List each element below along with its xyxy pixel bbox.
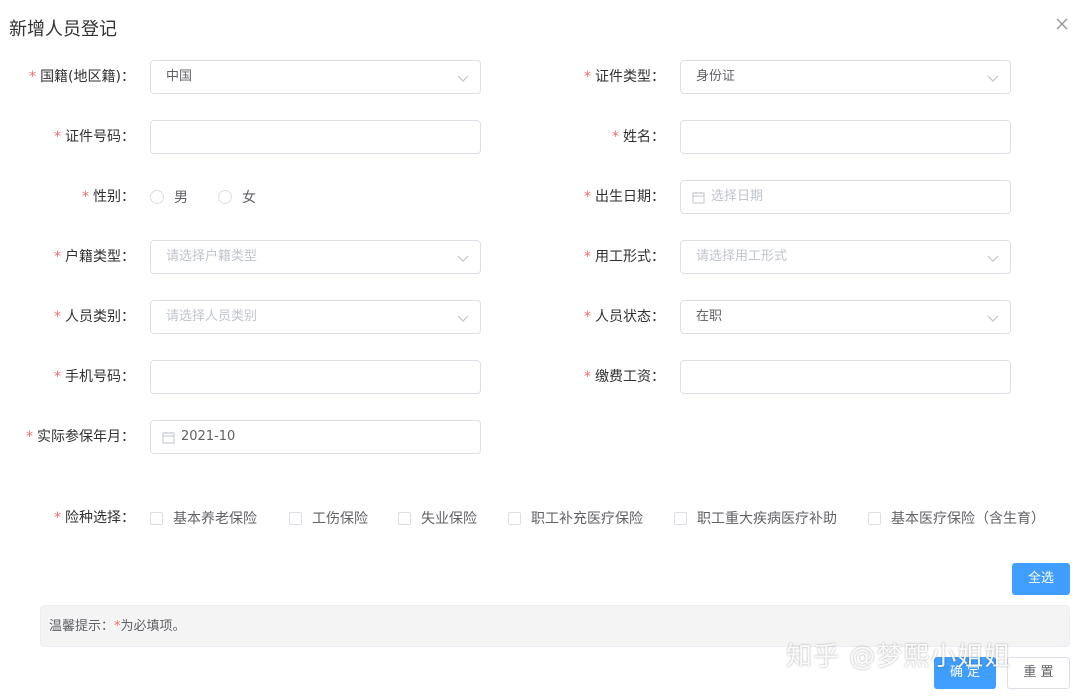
person-status-select[interactable]: 在职 — [680, 300, 1011, 334]
id-type-select[interactable]: 身份证 — [680, 60, 1011, 94]
select-all-button[interactable]: 全选 — [1012, 563, 1070, 595]
insurance-checkbox-injury[interactable]: 工伤保险 — [289, 508, 368, 528]
birth-date-label: * 出生日期： — [584, 189, 665, 205]
chevron-down-icon — [456, 251, 470, 265]
name-label: * 姓名： — [612, 129, 665, 145]
household-type-placeholder: 请选择户籍类型 — [166, 249, 258, 264]
employment-form-placeholder: 请选择用工形式 — [696, 249, 788, 264]
household-type-label: * 户籍类型： — [54, 249, 135, 265]
dialog-title: 新增人员登记 — [9, 19, 117, 40]
birth-date-placeholder: 选择日期 — [711, 189, 764, 204]
phone-input[interactable] — [150, 360, 481, 394]
payment-wage-label: * 缴费工资： — [584, 369, 665, 385]
gender-radio-female[interactable]: 女 — [218, 187, 256, 207]
insurance-checkbox-pension[interactable]: 基本养老保险 — [150, 508, 257, 528]
person-category-select[interactable]: 请选择人员类别 — [150, 300, 481, 334]
insurance-label: * 险种选择： — [54, 510, 135, 526]
insured-month-value: 2021-10 — [181, 429, 236, 444]
calendar-icon — [162, 431, 175, 444]
checkbox-box — [398, 511, 411, 525]
chevron-down-icon — [986, 71, 1000, 85]
payment-wage-input[interactable] — [680, 360, 1011, 394]
person-category-placeholder: 请选择人员类别 — [166, 309, 258, 324]
checkbox-box — [289, 511, 302, 525]
calendar-icon — [692, 191, 705, 204]
checkbox-box — [868, 511, 881, 525]
chevron-down-icon — [456, 71, 470, 85]
insurance-checkbox-supplementary-medical[interactable]: 职工补充医疗保险 — [508, 508, 643, 528]
employment-form-label: * 用工形式： — [584, 249, 665, 265]
radio-circle — [150, 190, 164, 204]
gender-radio-male[interactable]: 男 — [150, 187, 188, 207]
chevron-down-icon — [986, 311, 1000, 325]
chevron-down-icon — [986, 251, 1000, 265]
id-type-value: 身份证 — [696, 69, 736, 84]
reset-button[interactable]: 重 置 — [1007, 657, 1070, 689]
close-icon[interactable] — [1054, 16, 1070, 32]
id-number-label: * 证件号码： — [54, 129, 135, 145]
watermark: 知乎 @梦熙小姐姐 — [786, 642, 1012, 672]
gender-label: * 性别： — [82, 189, 135, 205]
employment-form-select[interactable]: 请选择用工形式 — [680, 240, 1011, 274]
radio-circle — [218, 190, 232, 204]
name-input[interactable] — [680, 120, 1011, 154]
tip-text: 温馨提示：*为必填项。 — [49, 619, 186, 634]
nationality-select[interactable]: 中国 — [150, 60, 481, 94]
phone-label: * 手机号码： — [54, 369, 135, 385]
insurance-checkbox-major-illness[interactable]: 职工重大疾病医疗补助 — [674, 508, 837, 528]
person-category-label: * 人员类别： — [54, 309, 135, 325]
id-type-label: * 证件类型： — [584, 69, 665, 85]
checkbox-box — [508, 511, 521, 525]
insurance-checkbox-unemployment[interactable]: 失业保险 — [398, 508, 477, 528]
insurance-checkbox-basic-medical[interactable]: 基本医疗保险（含生育） — [868, 508, 1045, 528]
checkbox-box — [674, 511, 687, 525]
checkbox-box — [150, 511, 163, 525]
insured-month-picker[interactable]: 2021-10 — [150, 420, 481, 454]
nationality-value: 中国 — [166, 69, 193, 84]
id-number-input[interactable] — [150, 120, 481, 154]
insured-month-label: * 实际参保年月： — [26, 429, 135, 445]
nationality-label: * 国籍(地区籍)： — [29, 69, 135, 85]
person-status-value: 在职 — [696, 309, 723, 324]
household-type-select[interactable]: 请选择户籍类型 — [150, 240, 481, 274]
person-status-label: * 人员状态： — [584, 309, 665, 325]
chevron-down-icon — [456, 311, 470, 325]
birth-date-picker[interactable]: 选择日期 — [680, 180, 1011, 214]
